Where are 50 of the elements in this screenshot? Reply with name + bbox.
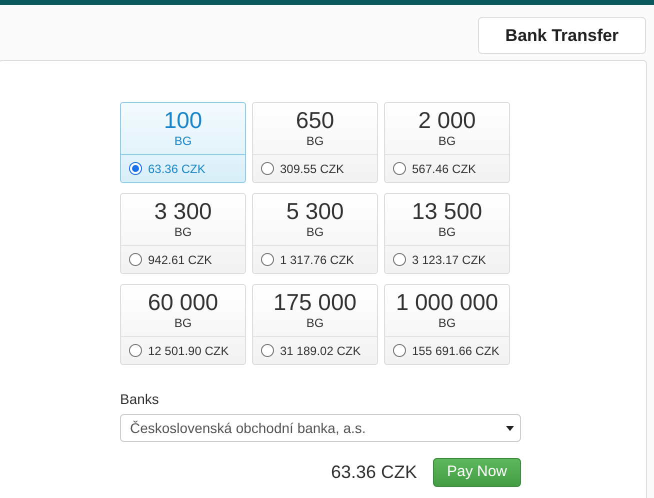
banks-dropdown[interactable]: Československá obchodní banka, a.s. xyxy=(120,414,521,442)
package-price: 567.46 CZK xyxy=(412,160,476,178)
package-price: 63.36 CZK xyxy=(148,160,206,178)
radio-button[interactable] xyxy=(393,253,406,266)
caret-icon xyxy=(506,426,514,431)
total-amount: 63.36 CZK xyxy=(330,461,417,484)
package-unit: BG xyxy=(306,224,324,240)
package-card[interactable]: 650 BG 309.55 CZK xyxy=(252,102,378,183)
package-amount: 13 500 xyxy=(412,198,482,224)
package-card[interactable]: 2 000 BG 567.46 CZK xyxy=(384,102,510,183)
radio-button[interactable] xyxy=(261,253,274,266)
radio-button[interactable] xyxy=(261,162,274,175)
package-price: 309.55 CZK xyxy=(280,160,344,178)
package-unit: BG xyxy=(438,133,456,149)
package-card[interactable]: 175 000 BG 31 189.02 CZK xyxy=(252,284,378,365)
package-card[interactable]: 3 300 BG 942.61 CZK xyxy=(120,193,246,274)
radio-button[interactable] xyxy=(129,162,142,175)
radio-button[interactable] xyxy=(393,344,406,357)
package-card[interactable]: 1 000 000 BG 155 691.66 CZK xyxy=(384,284,510,365)
package-unit: BG xyxy=(174,315,192,331)
package-unit: BG xyxy=(438,315,456,331)
banks-label: Banks xyxy=(120,390,160,409)
package-unit: BG xyxy=(438,224,456,240)
radio-button[interactable] xyxy=(129,344,142,357)
package-card[interactable]: 5 300 BG 1 317.76 CZK xyxy=(252,193,378,274)
radio-button[interactable] xyxy=(393,162,406,175)
package-card[interactable]: 13 500 BG 3 123.17 CZK xyxy=(384,193,510,274)
package-price: 155 691.66 CZK xyxy=(412,342,500,360)
tab[interactable]: Bank Transfer xyxy=(478,17,646,54)
radio-button[interactable] xyxy=(261,344,274,357)
package-unit: BG xyxy=(174,224,192,240)
package-unit: BG xyxy=(174,133,192,149)
package-card[interactable]: 60 000 BG 12 501.90 CZK xyxy=(120,284,246,365)
package-amount: 175 000 xyxy=(273,289,357,315)
package-unit: BG xyxy=(306,133,324,149)
package-amount: 100 xyxy=(164,107,202,133)
package-amount: 1 000 000 xyxy=(396,289,498,315)
package-amount: 2 000 xyxy=(418,107,476,133)
radio-button[interactable] xyxy=(129,253,142,266)
package-card[interactable]: 100 BG 63.36 CZK xyxy=(120,102,246,183)
package-price: 1 317.76 CZK xyxy=(280,252,354,268)
package-price: 3 123.17 CZK xyxy=(412,252,486,268)
package-amount: 60 000 xyxy=(148,289,218,315)
package-amount: 650 xyxy=(296,107,334,133)
package-price: 942.61 CZK xyxy=(148,252,212,268)
package-amount: 3 300 xyxy=(154,198,212,224)
package-amount: 5 300 xyxy=(286,198,344,224)
package-price: 12 501.90 CZK xyxy=(148,342,229,360)
package-unit: BG xyxy=(306,315,324,331)
package-price: 31 189.02 CZK xyxy=(280,342,361,360)
